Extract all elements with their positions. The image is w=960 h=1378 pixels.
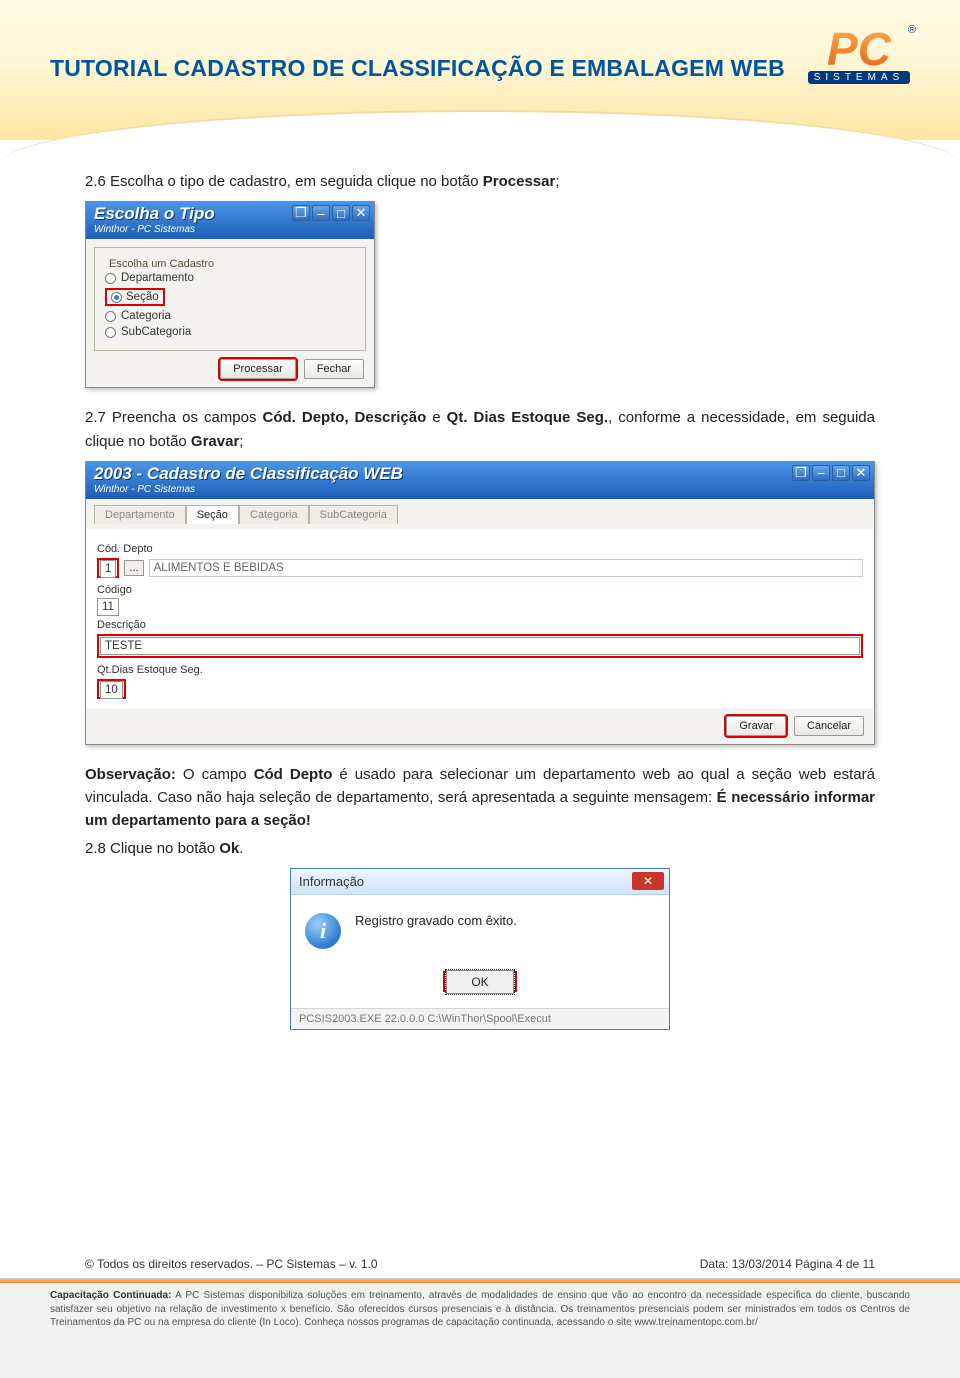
- text: O campo: [176, 766, 254, 783]
- minimize-icon[interactable]: –: [812, 465, 830, 481]
- text: Processar: [483, 173, 556, 190]
- radio-secao[interactable]: Seção: [105, 286, 355, 308]
- restore-icon[interactable]: ❐: [792, 465, 810, 481]
- observation: Observação: O campo Cód Depto é usado pa…: [85, 763, 875, 833]
- window-title: 2003 - Cadastro de Classificação WEB: [94, 464, 866, 484]
- copyright-right: Data: 13/03/2014 Página 4 de 11: [700, 1257, 875, 1271]
- info-icon: i: [305, 913, 341, 949]
- window-subtitle: Winthor - PC Sistemas: [94, 224, 366, 235]
- radio-icon: [105, 327, 116, 338]
- label-qtdias: Qt.Dias Estoque Seg.: [97, 664, 863, 676]
- maximize-icon[interactable]: □: [332, 205, 350, 221]
- process-button[interactable]: Processar: [220, 359, 296, 379]
- info-title-text: Informação: [299, 874, 364, 889]
- label-coddepto: Cód. Depto: [97, 543, 863, 555]
- text: ;: [555, 173, 559, 190]
- close-button[interactable]: Fechar: [304, 359, 364, 379]
- minimize-icon[interactable]: –: [312, 205, 330, 221]
- cadastro-group: Escolha um Cadastro Departamento Seção C…: [94, 247, 366, 351]
- restore-icon[interactable]: ❐: [292, 205, 310, 221]
- step-2-6: 2.6 Escolha o tipo de cadastro, em segui…: [85, 170, 875, 193]
- codigo-input[interactable]: 11: [97, 598, 119, 616]
- text: .: [239, 840, 243, 857]
- cadastro-window: 2003 - Cadastro de Classificação WEB Win…: [85, 461, 875, 745]
- footer-label: Capacitação Continuada:: [50, 1290, 171, 1301]
- copyright-row: © Todos os direitos reservados. – PC Sis…: [85, 1257, 875, 1271]
- descricao-input[interactable]: TESTE: [100, 637, 860, 655]
- depto-name-display: ALIMENTOS E BEBIDAS: [149, 559, 863, 577]
- save-button[interactable]: Gravar: [726, 716, 786, 736]
- window-subtitle: Winthor - PC Sistemas: [94, 484, 866, 495]
- tab-subcategoria[interactable]: SubCategoria: [309, 505, 398, 524]
- copyright-left: © Todos os direitos reservados. – PC Sis…: [85, 1257, 378, 1271]
- status-bar: PCSIS2003.EXE 22.0.0.0 C:\WinThor\Spool\…: [291, 1008, 669, 1029]
- lookup-button[interactable]: ...: [124, 560, 143, 576]
- radio-subcategoria[interactable]: SubCategoria: [105, 324, 355, 340]
- text: Cód. Depto, Descrição: [263, 409, 427, 426]
- text: 2.8 Clique no botão: [85, 840, 219, 857]
- footer: Capacitação Continuada: A PC Sistemas di…: [0, 1278, 960, 1378]
- close-icon[interactable]: ✕: [632, 872, 664, 890]
- radio-icon: [105, 273, 116, 284]
- radio-label: Departamento: [121, 272, 194, 284]
- highlight-box: Seção: [105, 288, 165, 306]
- text: Observação:: [85, 766, 176, 783]
- window-titlebar: Escolha o Tipo Winthor - PC Sistemas ❐ –…: [86, 202, 374, 239]
- info-dialog: Informação ✕ i Registro gravado com êxit…: [290, 868, 670, 1030]
- tab-strip: Departamento Seção Categoria SubCategori…: [94, 505, 874, 524]
- form-body: Cód. Depto 1 ... ALIMENTOS E BEBIDAS Cód…: [86, 528, 874, 710]
- coddepto-input[interactable]: 1: [100, 560, 116, 578]
- text: 2.7 Preencha os campos: [85, 409, 263, 426]
- logo-text: PC: [808, 30, 910, 69]
- qtdias-input[interactable]: 10: [100, 681, 123, 699]
- choose-type-window: Escolha o Tipo Winthor - PC Sistemas ❐ –…: [85, 201, 375, 388]
- label-codigo: Código: [97, 584, 863, 596]
- text: 2.6 Escolha o tipo de cadastro, em segui…: [85, 173, 483, 190]
- info-message: Registro gravado com êxito.: [355, 913, 517, 928]
- ok-button[interactable]: OK: [446, 970, 513, 994]
- radio-label: SubCategoria: [121, 326, 191, 338]
- text: Cód Depto: [254, 766, 333, 783]
- info-titlebar: Informação ✕: [291, 869, 669, 895]
- tab-secao[interactable]: Seção: [186, 505, 239, 524]
- radio-departamento[interactable]: Departamento: [105, 270, 355, 286]
- close-icon[interactable]: ✕: [352, 205, 370, 221]
- group-label: Escolha um Cadastro: [105, 258, 218, 270]
- step-2-7: 2.7 Preencha os campos Cód. Depto, Descr…: [85, 406, 875, 453]
- radio-icon: [105, 311, 116, 322]
- window-titlebar: 2003 - Cadastro de Classificação WEB Win…: [86, 462, 874, 499]
- text: Ok: [219, 840, 239, 857]
- radio-label: Seção: [126, 291, 159, 303]
- logo-subtext: SISTEMAS: [808, 71, 910, 84]
- text: e: [426, 409, 446, 426]
- info-body: i Registro gravado com êxito. OK: [291, 895, 669, 1008]
- brand-logo: ® PC SISTEMAS: [808, 30, 910, 84]
- maximize-icon[interactable]: □: [832, 465, 850, 481]
- radio-icon: [111, 292, 122, 303]
- cancel-button[interactable]: Cancelar: [794, 716, 864, 736]
- text: Qt. Dias Estoque Seg.: [447, 409, 608, 426]
- page-title: TUTORIAL CADASTRO DE CLASSIFICAÇÃO E EMB…: [50, 55, 785, 82]
- radio-categoria[interactable]: Categoria: [105, 308, 355, 324]
- text: Gravar: [191, 433, 239, 450]
- tab-departamento[interactable]: Departamento: [94, 505, 186, 524]
- tab-categoria[interactable]: Categoria: [239, 505, 309, 524]
- text: ;: [239, 433, 243, 450]
- step-2-8: 2.8 Clique no botão Ok.: [85, 837, 875, 860]
- close-icon[interactable]: ✕: [852, 465, 870, 481]
- footer-text: Capacitação Continuada: A PC Sistemas di…: [0, 1283, 960, 1338]
- label-descricao: Descrição: [97, 619, 863, 631]
- footer-body: A PC Sistemas disponibiliza soluções em …: [50, 1290, 910, 1328]
- radio-label: Categoria: [121, 310, 171, 322]
